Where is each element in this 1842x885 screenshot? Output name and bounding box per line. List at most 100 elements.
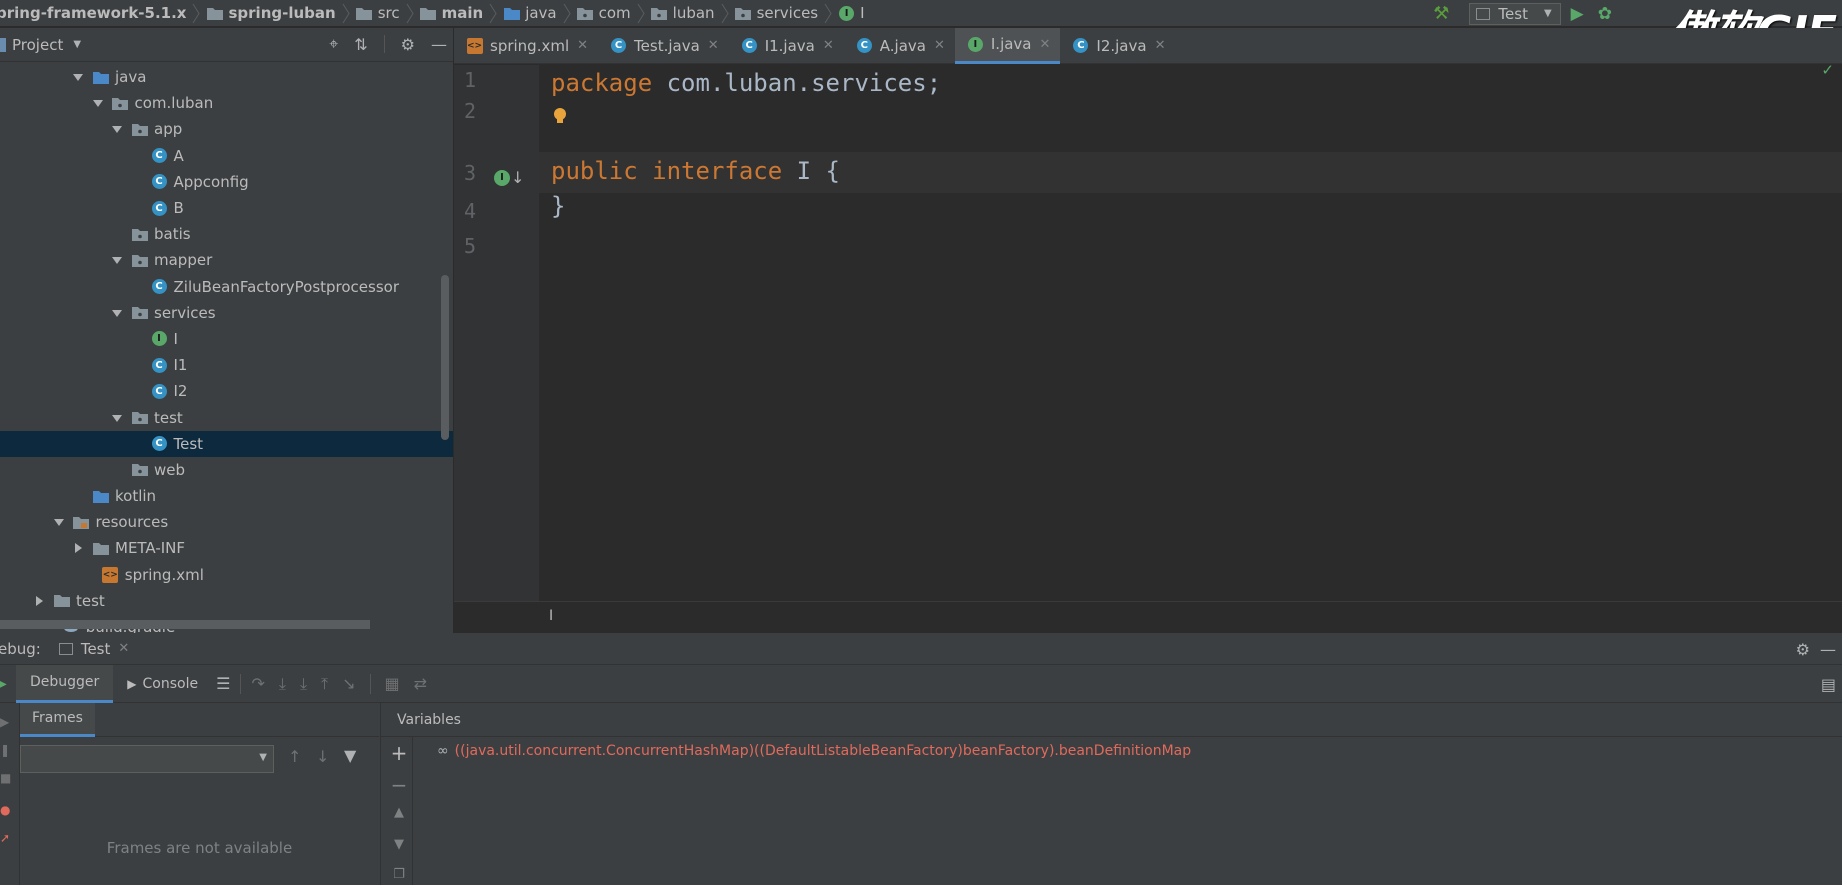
step-over-icon[interactable]: ↷	[251, 674, 264, 693]
rerun-icon[interactable]: ▶	[0, 715, 9, 729]
step-out-icon[interactable]: ⤒	[321, 674, 328, 694]
breadcrumb-item[interactable]: services	[735, 0, 818, 27]
next-frame-icon[interactable]: ↓	[316, 747, 329, 766]
trace-stream-icon[interactable]: ⇄	[414, 674, 427, 693]
tree-item[interactable]: C Appconfig	[0, 169, 453, 195]
close-icon[interactable]: ✕	[708, 38, 719, 53]
gear-icon[interactable]: ⚙	[401, 35, 415, 54]
breakpoints-icon[interactable]: ●	[0, 803, 10, 817]
tree-item[interactable]: META-INF	[0, 535, 453, 561]
breadcrumb-item[interactable]: II	[838, 0, 865, 27]
chevron-down-icon[interactable]	[92, 97, 104, 109]
tree-item[interactable]: II	[0, 326, 453, 352]
tree-item[interactable]: mapper	[0, 247, 453, 273]
breadcrumb-item[interactable]: spring-luban	[206, 0, 336, 27]
tab-console[interactable]: ▶ Console	[113, 665, 212, 703]
breadcrumb-item[interactable]: luban	[651, 0, 715, 27]
tree-item[interactable]: app	[0, 116, 453, 142]
project-tree-scrollbar[interactable]	[441, 275, 449, 440]
tree-item[interactable]: web	[0, 457, 453, 483]
editor-tab[interactable]: C Test.java ✕	[598, 28, 729, 64]
layout-settings-icon[interactable]: ▤	[1821, 675, 1836, 694]
move-down-icon[interactable]: ▼	[389, 837, 409, 852]
frames-tab[interactable]: Frames	[20, 702, 95, 737]
editor-tab[interactable]: C I2.java ✕	[1060, 28, 1175, 64]
project-panel-title[interactable]: Project	[12, 36, 63, 54]
locate-target-icon[interactable]: ⌖	[329, 34, 338, 54]
add-watch-icon[interactable]: +	[389, 741, 409, 765]
step-into-icon[interactable]: ⤓	[279, 674, 286, 694]
chevron-right-icon[interactable]	[33, 595, 45, 607]
mute-breakpoints-icon[interactable]: ➚	[0, 831, 10, 845]
tab-debugger[interactable]: Debugger	[16, 664, 114, 703]
tree-item[interactable]: batis	[0, 221, 453, 247]
chevron-right-icon[interactable]	[72, 542, 84, 554]
tree-item[interactable]: kotlin	[0, 483, 453, 509]
editor-tab[interactable]: C A.java ✕	[844, 28, 955, 64]
editor-tab[interactable]: <> spring.xml ✕	[454, 28, 598, 64]
move-up-icon[interactable]: ▲	[389, 805, 409, 820]
chevron-down-icon[interactable]	[111, 412, 123, 424]
tree-item[interactable]: services	[0, 300, 453, 326]
tree-item[interactable]: java	[0, 64, 453, 90]
close-icon[interactable]: ✕	[823, 38, 834, 53]
breadcrumb-item[interactable]: pring-framework-5.1.x	[0, 0, 186, 27]
run-configuration-select[interactable]: Test ▼	[1469, 2, 1561, 25]
tree-item[interactable]: CA	[0, 143, 453, 169]
debug-session-tab[interactable]: Test ✕	[58, 640, 129, 658]
close-icon[interactable]: ✕	[1155, 38, 1166, 53]
tree-item[interactable]: C Test	[0, 430, 453, 457]
editor-tab[interactable]: C I1.java ✕	[729, 28, 844, 64]
minimize-icon[interactable]: —	[1820, 640, 1836, 659]
chevron-down-icon[interactable]: ▼	[73, 39, 81, 50]
chevron-down-icon[interactable]	[111, 123, 123, 135]
breadcrumb-item[interactable]: main	[420, 0, 483, 27]
close-icon[interactable]: ✕	[1040, 37, 1051, 52]
thread-selector[interactable]: ▼	[20, 745, 274, 773]
run-icon[interactable]: ▶	[1571, 4, 1584, 24]
tree-item[interactable]: resources	[0, 509, 453, 535]
watch-expression-row[interactable]: ∞ ((java.util.concurrent.ConcurrentHashM…	[437, 743, 1191, 759]
previous-frame-icon[interactable]: ↑	[288, 747, 301, 766]
evaluate-expression-icon[interactable]: ▦	[385, 674, 400, 693]
close-icon[interactable]: ✕	[934, 38, 945, 53]
breadcrumb-item[interactable]: src	[356, 0, 400, 27]
editor-tab[interactable]: I I.java ✕	[954, 27, 1061, 64]
implementations-gutter-icon[interactable]: I ↓	[494, 168, 524, 187]
remove-watch-icon[interactable]: −	[389, 773, 409, 797]
tree-item[interactable]: test	[0, 404, 453, 430]
chevron-down-icon[interactable]	[111, 254, 123, 266]
force-step-into-icon[interactable]: ⤓	[300, 674, 307, 694]
copy-watch-icon[interactable]: ❐	[389, 867, 409, 882]
chevron-down-icon[interactable]	[72, 71, 84, 83]
run-to-cursor-icon[interactable]: ↘	[342, 674, 355, 693]
tree-item[interactable]: C I2	[0, 378, 453, 404]
tree-item[interactable]: CB	[0, 195, 453, 221]
resume-icon[interactable]: ▶	[0, 676, 7, 692]
pause-icon[interactable]: ❚	[0, 743, 10, 757]
hamburger-icon[interactable]: ☰	[216, 674, 230, 693]
tree-item[interactable]: C I1	[0, 352, 453, 378]
tree-item[interactable]: com.luban	[0, 90, 453, 116]
lightbulb-icon[interactable]	[553, 107, 567, 125]
inspection-ok-icon[interactable]: ✓	[1821, 65, 1834, 79]
project-tree-hscrollbar[interactable]	[0, 620, 370, 629]
breadcrumb-item[interactable]: com	[577, 0, 631, 27]
tree-item[interactable]: <> spring.xml	[0, 562, 453, 588]
debug-bug-icon[interactable]: ✿	[1598, 4, 1612, 24]
build-hammer-icon[interactable]: ⚒	[1433, 3, 1449, 24]
breadcrumb-item[interactable]: java	[503, 0, 557, 27]
chevron-down-icon[interactable]	[111, 307, 123, 319]
minimize-icon[interactable]: —	[431, 35, 447, 54]
stop-icon[interactable]: ■	[0, 771, 11, 785]
tree-item[interactable]: C ZiluBeanFactoryPostprocessor	[0, 274, 453, 300]
gear-icon[interactable]: ⚙	[1796, 640, 1810, 659]
code-editor[interactable]: package com.luban.services; public inter…	[539, 65, 1842, 601]
close-icon[interactable]: ✕	[577, 38, 588, 53]
chevron-down-icon[interactable]	[53, 516, 65, 528]
close-icon[interactable]: ✕	[118, 641, 129, 656]
tree-item[interactable]: test	[0, 588, 453, 614]
filter-icon[interactable]: ▼	[344, 746, 356, 765]
tree-item-label: web	[154, 460, 186, 479]
collapse-all-icon[interactable]: ⇅	[354, 35, 367, 54]
